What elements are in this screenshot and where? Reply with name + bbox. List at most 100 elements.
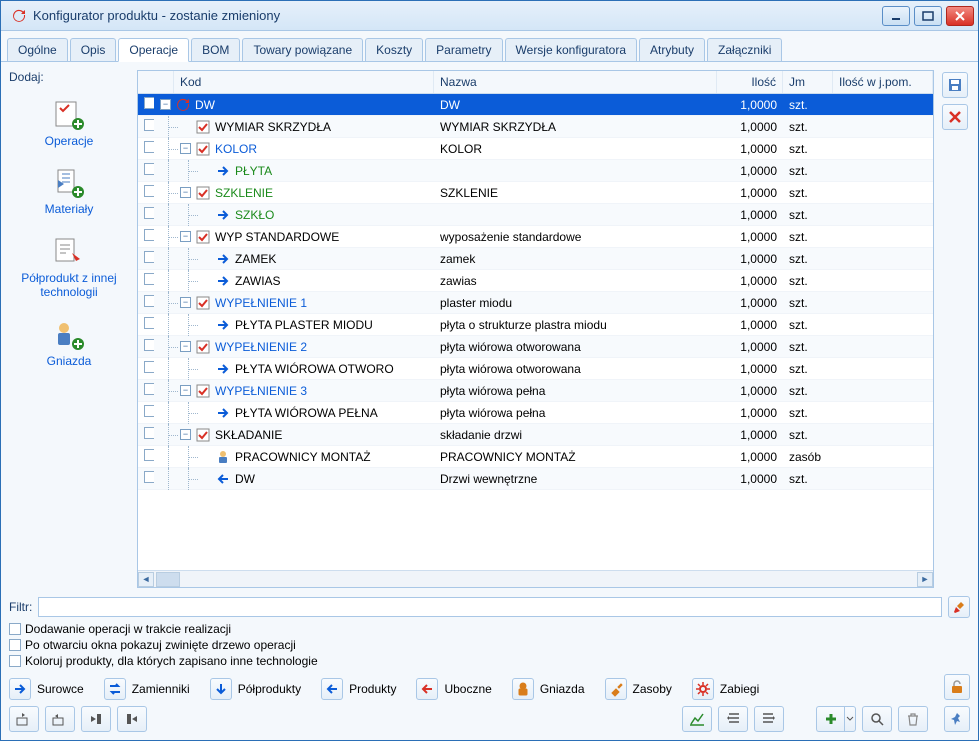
scroll-right-button[interactable]: ►: [917, 572, 933, 587]
tab-ogólne[interactable]: Ogólne: [7, 38, 68, 61]
titlebar[interactable]: Konfigurator produktu - zostanie zmienio…: [1, 1, 978, 31]
scroll-thumb[interactable]: [156, 572, 180, 587]
save-button[interactable]: [942, 72, 968, 98]
table-row[interactable]: PŁYTA WIÓROWA OTWOROpłyta wiórowa otworo…: [138, 358, 933, 380]
row-checkbox[interactable]: [144, 383, 154, 395]
checkbox-icon[interactable]: [9, 623, 21, 635]
table-row[interactable]: −WYPEŁNIENIE 1plaster miodu1,0000szt.: [138, 292, 933, 314]
add-split-button[interactable]: [816, 706, 856, 732]
table-row[interactable]: PŁYTA PLASTER MIODUpłyta o strukturze pl…: [138, 314, 933, 336]
table-row[interactable]: DWDrzwi wewnętrzne1,0000szt.: [138, 468, 933, 490]
col-ilosc[interactable]: Ilość: [717, 71, 783, 93]
row-jm: szt.: [783, 98, 833, 112]
table-row[interactable]: −WYPEŁNIENIE 2płyta wiórowa otworowana1,…: [138, 336, 933, 358]
table-row[interactable]: SZKŁO1,0000szt.: [138, 204, 933, 226]
row-checkbox[interactable]: [144, 207, 154, 219]
move-right-button[interactable]: [117, 706, 147, 732]
grid-hscrollbar[interactable]: ◄ ►: [138, 570, 933, 587]
tab-parametry[interactable]: Parametry: [425, 38, 502, 61]
table-row[interactable]: −WYP STANDARDOWEwyposażenie standardowe1…: [138, 226, 933, 248]
tab-towary-powiązane[interactable]: Towary powiązane: [242, 38, 363, 61]
maximize-button[interactable]: [914, 6, 942, 26]
indent-left-button[interactable]: [718, 706, 748, 732]
expand-button[interactable]: −: [180, 385, 191, 396]
expand-button[interactable]: −: [180, 297, 191, 308]
row-checkbox[interactable]: [144, 361, 154, 373]
legend-produkty: Produkty: [321, 678, 396, 700]
row-ilosc: 1,0000: [717, 164, 783, 178]
table-row[interactable]: PRACOWNICY MONTAŻPRACOWNICY MONTAŻ1,0000…: [138, 446, 933, 468]
checkbox-icon[interactable]: [9, 655, 21, 667]
sidebar-item-nests[interactable]: Gniazda: [9, 312, 129, 380]
filter-edit-button[interactable]: [948, 596, 970, 618]
table-row[interactable]: PŁYTA1,0000szt.: [138, 160, 933, 182]
trash-button[interactable]: [898, 706, 928, 732]
expand-button[interactable]: −: [180, 143, 191, 154]
tab-bom[interactable]: BOM: [191, 38, 240, 61]
row-checkbox[interactable]: [144, 405, 154, 417]
delete-button[interactable]: [942, 104, 968, 130]
option-checkbox[interactable]: Koloruj produkty, dla których zapisano i…: [9, 654, 970, 668]
row-checkbox[interactable]: [144, 163, 154, 175]
pin-button[interactable]: [944, 706, 970, 732]
tab-opis[interactable]: Opis: [70, 38, 117, 61]
row-checkbox[interactable]: [144, 449, 154, 461]
tab-operacje[interactable]: Operacje: [118, 38, 189, 62]
expand-button[interactable]: −: [160, 99, 171, 110]
col-jpom[interactable]: Ilość w j.pom.: [833, 71, 933, 93]
expand-button[interactable]: −: [180, 429, 191, 440]
close-button[interactable]: [946, 6, 974, 26]
expand-button[interactable]: −: [180, 231, 191, 242]
row-checkbox[interactable]: [144, 251, 154, 263]
row-checkbox[interactable]: [144, 141, 154, 153]
row-checkbox[interactable]: [144, 273, 154, 285]
export-button[interactable]: [9, 706, 39, 732]
expand-button[interactable]: −: [180, 341, 191, 352]
option-checkbox[interactable]: Dodawanie operacji w trakcie realizacji: [9, 622, 970, 636]
lock-button[interactable]: [944, 674, 970, 700]
sidebar-item-halfproduct[interactable]: Półprodukt z innej technologii: [9, 229, 129, 312]
option-checkbox[interactable]: Po otwarciu okna pokazuj zwinięte drzewo…: [9, 638, 970, 652]
row-checkbox[interactable]: [144, 339, 154, 351]
sidebar-item-materials[interactable]: Materiały: [9, 160, 129, 228]
col-kod[interactable]: Kod: [174, 71, 434, 93]
table-row[interactable]: −WYPEŁNIENIE 3płyta wiórowa pełna1,0000s…: [138, 380, 933, 402]
table-row[interactable]: −SKŁADANIEskładanie drzwi1,0000szt.: [138, 424, 933, 446]
sidebar-item-operations[interactable]: Operacje: [9, 92, 129, 160]
row-kod: WYP STANDARDOWE: [215, 230, 339, 244]
scroll-left-button[interactable]: ◄: [138, 572, 154, 587]
row-checkbox[interactable]: [144, 185, 154, 197]
import-button[interactable]: [45, 706, 75, 732]
table-row[interactable]: −SZKLENIESZKLENIE1,0000szt.: [138, 182, 933, 204]
table-row[interactable]: PŁYTA WIÓROWA PEŁNApłyta wiórowa pełna1,…: [138, 402, 933, 424]
move-left-button[interactable]: [81, 706, 111, 732]
tab-załączniki[interactable]: Załączniki: [707, 38, 782, 61]
tab-koszty[interactable]: Koszty: [365, 38, 423, 61]
row-checkbox[interactable]: [144, 119, 154, 131]
expand-button[interactable]: −: [180, 187, 191, 198]
add-dropdown-button[interactable]: [844, 706, 856, 732]
operations-grid[interactable]: Kod Nazwa Ilość Jm Ilość w j.pom. −DWDW1…: [137, 70, 934, 588]
row-checkbox[interactable]: [144, 427, 154, 439]
table-row[interactable]: ZAMEKzamek1,0000szt.: [138, 248, 933, 270]
minimize-button[interactable]: [882, 6, 910, 26]
table-row[interactable]: −KOLORKOLOR1,0000szt.: [138, 138, 933, 160]
row-checkbox[interactable]: [144, 471, 154, 483]
filter-input[interactable]: [38, 597, 942, 617]
indent-right-button[interactable]: [754, 706, 784, 732]
table-row[interactable]: WYMIAR SKRZYDŁAWYMIAR SKRZYDŁA1,0000szt.: [138, 116, 933, 138]
tab-wersje-konfiguratora[interactable]: Wersje konfiguratora: [505, 38, 638, 61]
chart-button[interactable]: [682, 706, 712, 732]
col-nazwa[interactable]: Nazwa: [434, 71, 717, 93]
row-checkbox[interactable]: [144, 97, 154, 109]
table-row[interactable]: −DWDW1,0000szt.: [138, 94, 933, 116]
row-checkbox[interactable]: [144, 229, 154, 241]
checkbox-icon[interactable]: [9, 639, 21, 651]
tab-atrybuty[interactable]: Atrybuty: [639, 38, 705, 61]
row-checkbox[interactable]: [144, 317, 154, 329]
row-checkbox[interactable]: [144, 295, 154, 307]
table-row[interactable]: ZAWIASzawias1,0000szt.: [138, 270, 933, 292]
row-kod: SZKŁO: [235, 208, 274, 222]
zoom-button[interactable]: [862, 706, 892, 732]
col-jm[interactable]: Jm: [783, 71, 833, 93]
